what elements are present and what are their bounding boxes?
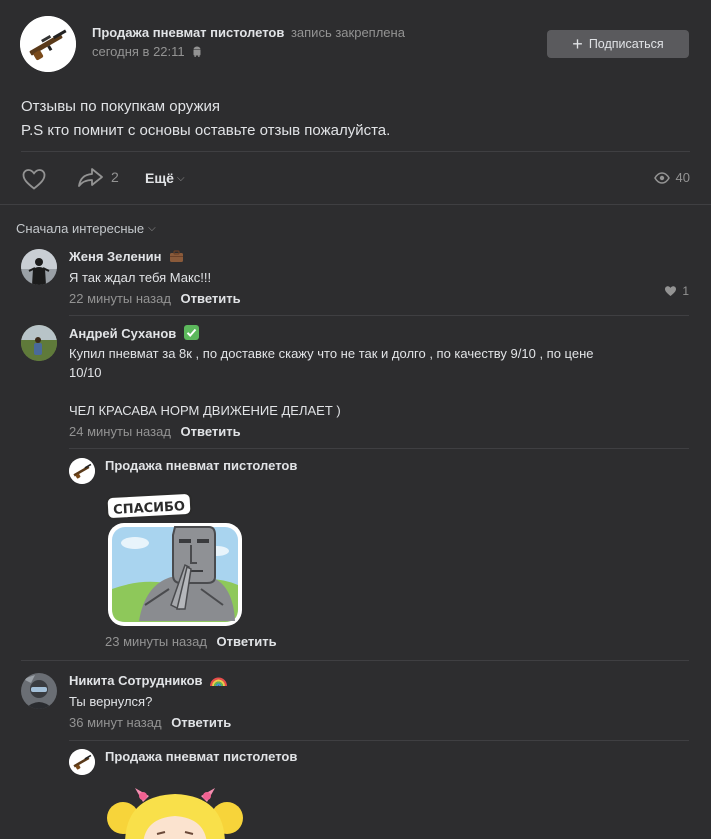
rifle-logo-icon (69, 458, 95, 484)
post-text: Отзывы по покупкам оружия P.S кто помнит… (21, 95, 390, 143)
comment-text-line: Купил пневмат за 8к , по доставке скажу … (69, 346, 594, 361)
reply-comment: Продажа пневмат пистолетов (69, 749, 689, 839)
avatar[interactable] (69, 749, 95, 775)
comment-time[interactable]: 24 минуты назад (69, 424, 171, 439)
rifle-logo-icon (69, 749, 95, 775)
comment-author[interactable]: Никита Сотрудников (69, 673, 203, 688)
reply-button[interactable]: Ответить (181, 291, 241, 306)
comment-author[interactable]: Продажа пневмат пистолетов (105, 749, 689, 768)
views-count: 40 (675, 170, 690, 185)
comment: Андрей Суханов Купил пневмат за 8к , по … (21, 325, 689, 445)
section-divider (0, 204, 711, 205)
divider (69, 740, 689, 741)
group-name-link[interactable]: Продажа пневмат пистолетов (92, 25, 284, 40)
comment-time[interactable]: 23 минуты назад (105, 634, 207, 649)
comment-time[interactable]: 36 минут назад (69, 715, 162, 730)
comment: Женя Зеленин Я так ждал тебя Макс!!! 22 … (21, 249, 689, 309)
post-header: Продажа пневмат пистолетов запись закреп… (20, 16, 689, 72)
comment-text: Купил пневмат за 8к , по доставке скажу … (69, 344, 689, 420)
comment-text-line: 10/10 (69, 365, 102, 380)
comment-author[interactable]: Продажа пневмат пистолетов (105, 458, 689, 477)
rifle-logo-icon (20, 16, 76, 72)
reply-button[interactable]: Ответить (217, 634, 277, 649)
chevron-down-icon: ⌵ (176, 172, 185, 184)
check-mark-icon (183, 325, 199, 340)
avatar-photo (21, 249, 57, 285)
avatar-photo (21, 673, 57, 709)
comment-like-count: 1 (682, 284, 689, 298)
share-arrow-icon (78, 168, 103, 187)
reply-comment: Продажа пневмат пистолетов СПАСИБО 23 ми… (69, 458, 689, 654)
comment-author[interactable]: Андрей Суханов (69, 326, 176, 341)
share-count: 2 (111, 169, 119, 185)
views-counter: 40 (653, 170, 690, 185)
comment: Никита Сотрудников Ты вернулся? 36 минут… (21, 673, 689, 733)
sticker-thanks: СПАСИБО (105, 492, 242, 626)
post-text-line: P.S кто помнит с основы оставьте отзыв п… (21, 122, 391, 139)
reply-button[interactable]: Ответить (181, 424, 241, 439)
briefcase-icon (170, 250, 184, 262)
pinned-label: запись закреплена (290, 25, 405, 40)
comment-text-line: ЧЕЛ КРАСАВА НОРМ ДВИЖЕНИЕ ДЕЛАЕТ ) (69, 403, 341, 418)
group-avatar[interactable] (20, 16, 76, 72)
share-button[interactable]: 2 (77, 166, 119, 188)
divider (69, 315, 689, 316)
avatar-photo (21, 325, 57, 361)
divider (21, 151, 690, 152)
divider (69, 448, 689, 449)
heart-icon (22, 169, 46, 190)
avatar[interactable] (21, 249, 57, 285)
avatar[interactable] (69, 458, 95, 484)
plus-icon: + (572, 34, 583, 54)
comment-text: Ты вернулся? (69, 694, 153, 709)
comment-time[interactable]: 22 минуты назад (69, 291, 171, 306)
subscribe-button[interactable]: + Подписаться (547, 30, 689, 58)
like-button[interactable] (21, 167, 47, 194)
subscribe-label: Подписаться (588, 37, 664, 51)
comments-sort-toggle[interactable]: Сначала интересные ⌵ (16, 221, 156, 236)
sticker-anime-girl (107, 788, 243, 839)
comment-like-button[interactable]: 1 (664, 284, 689, 298)
eye-icon (653, 171, 670, 184)
reply-button[interactable]: Ответить (171, 715, 231, 730)
rainbow-icon (210, 677, 228, 687)
more-button[interactable]: Ещё ⌵ (145, 170, 185, 186)
chevron-down-icon: ⌵ (148, 223, 156, 234)
post-text-line: Отзывы по покупкам оружия (21, 98, 220, 115)
comment-author[interactable]: Женя Зеленин (69, 249, 161, 264)
heart-filled-icon (665, 286, 677, 296)
comment-text: Я так ждал тебя Макс!!! (69, 270, 212, 285)
sort-label: Сначала интересные (16, 221, 145, 236)
more-label: Ещё (145, 170, 174, 186)
avatar[interactable] (21, 673, 57, 709)
post-date[interactable]: сегодня в 22:11 (92, 44, 185, 59)
post-action-bar: 2 Ещё ⌵ 40 (21, 163, 690, 193)
divider (21, 660, 689, 661)
avatar[interactable] (21, 325, 57, 361)
android-icon (193, 46, 201, 57)
